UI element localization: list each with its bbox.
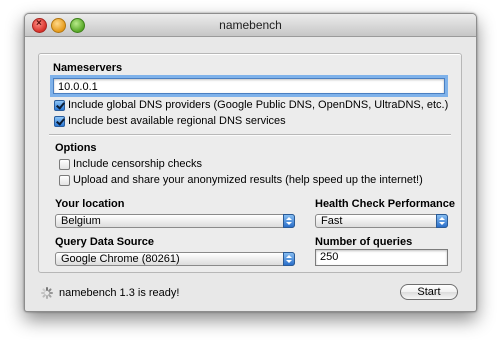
start-button[interactable]: Start xyxy=(400,284,458,300)
popup-arrows-icon xyxy=(283,252,295,266)
health-check-label: Health Check Performance xyxy=(315,198,455,210)
options-label: Options xyxy=(55,142,97,154)
progress-spinner-icon xyxy=(41,287,53,299)
nameservers-input[interactable]: 10.0.0.1 xyxy=(53,78,445,94)
num-queries-label: Number of queries xyxy=(315,236,413,248)
location-select[interactable]: Belgium xyxy=(55,214,295,228)
query-source-label: Query Data Source xyxy=(55,236,155,248)
namebench-window: × namebench Nameservers 10.0.0.1 Include… xyxy=(24,13,477,312)
popup-arrows-icon xyxy=(283,214,295,228)
health-check-select[interactable]: Fast xyxy=(315,214,448,228)
censorship-label[interactable]: Include censorship checks xyxy=(73,158,202,170)
nameservers-label: Nameservers xyxy=(53,62,123,74)
health-check-value: Fast xyxy=(321,215,343,227)
title-bar[interactable]: × namebench xyxy=(25,14,476,37)
include-global-label[interactable]: Include global DNS providers (Google Pub… xyxy=(68,99,448,111)
query-source-select[interactable]: Google Chrome (80261) xyxy=(55,252,295,266)
status-text: namebench 1.3 is ready! xyxy=(59,287,180,299)
query-source-value: Google Chrome (80261) xyxy=(61,253,180,265)
include-regional-label[interactable]: Include best available regional DNS serv… xyxy=(68,115,286,127)
section-divider xyxy=(49,134,451,136)
upload-results-label[interactable]: Upload and share your anonymized results… xyxy=(73,174,423,186)
window-title: namebench xyxy=(219,18,282,32)
upload-results-checkbox[interactable] xyxy=(59,175,70,186)
num-queries-input[interactable]: 250 xyxy=(315,249,448,266)
include-global-checkbox[interactable] xyxy=(54,100,65,111)
settings-panel: Nameservers 10.0.0.1 Include global DNS … xyxy=(38,53,462,273)
location-label: Your location xyxy=(55,198,125,210)
include-regional-checkbox[interactable] xyxy=(54,116,65,127)
popup-arrows-icon xyxy=(436,214,448,228)
censorship-checkbox[interactable] xyxy=(59,159,70,170)
location-value: Belgium xyxy=(61,215,101,227)
